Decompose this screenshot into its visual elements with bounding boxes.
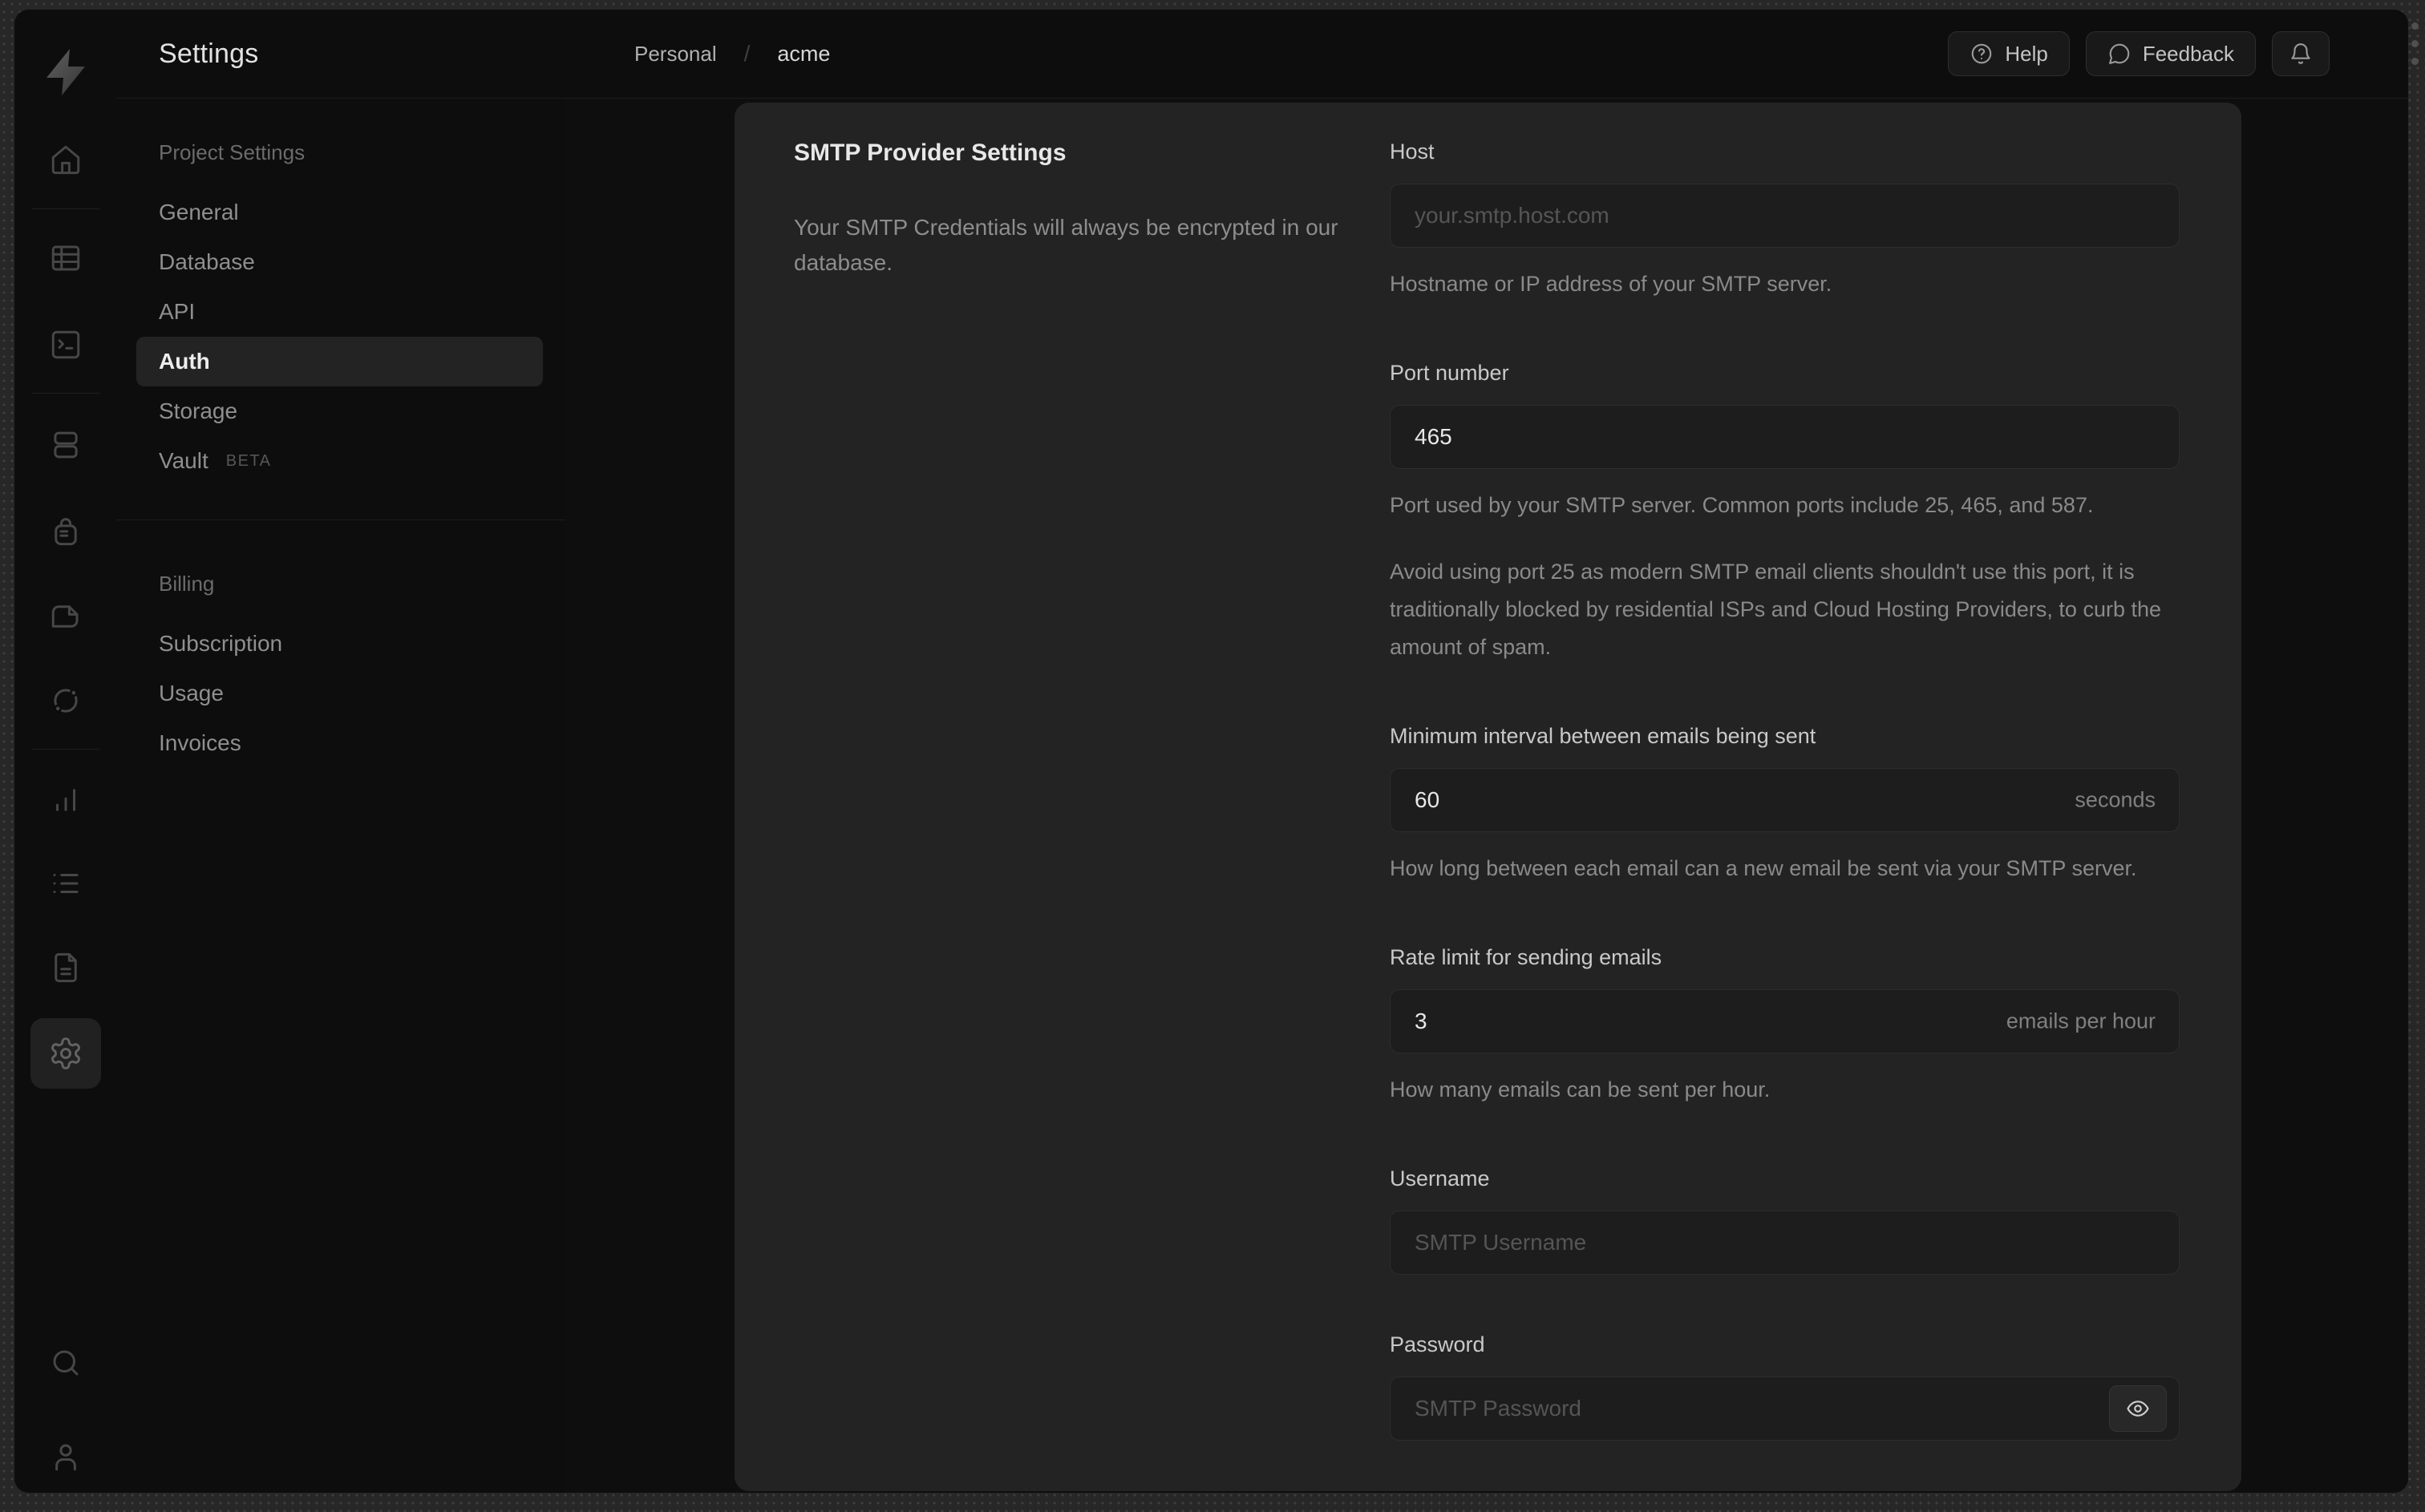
breadcrumb-separator: / xyxy=(743,41,751,66)
port-input[interactable] xyxy=(1390,405,2180,469)
port-field-group: Port number Port used by your SMTP serve… xyxy=(1390,361,2180,666)
logs-icon[interactable] xyxy=(49,867,83,900)
smtp-section-intro: SMTP Provider Settings Your SMTP Credent… xyxy=(794,139,1390,1454)
settings-sidebar: Settings Project Settings General Databa… xyxy=(116,10,566,1493)
breadcrumb: Personal / acme xyxy=(634,41,830,67)
api-docs-icon[interactable] xyxy=(49,951,83,984)
sidebar-item-storage[interactable]: Storage xyxy=(116,386,565,436)
breadcrumb-org[interactable]: Personal xyxy=(634,42,717,67)
feedback-bubble-icon xyxy=(2107,42,2131,66)
sidebar-item-vault[interactable]: Vault BETA xyxy=(116,436,565,486)
sidebar-item-api[interactable]: API xyxy=(116,287,565,337)
sidebar-item-database[interactable]: Database xyxy=(116,237,565,287)
rail-divider xyxy=(31,393,99,394)
sidebar-item-label: Usage xyxy=(159,681,224,705)
desktop-background: { "rail": { "icons": [ "supabase-logo","… xyxy=(0,0,2425,1512)
sidebar-header: Settings xyxy=(116,10,565,99)
rail-divider xyxy=(31,208,99,209)
notifications-button[interactable] xyxy=(2272,31,2330,76)
user-icon[interactable] xyxy=(49,1440,83,1474)
feedback-button-label: Feedback xyxy=(2142,41,2234,66)
edge-functions-icon[interactable] xyxy=(49,684,83,718)
sidebar-nav: Project Settings General Database API Au… xyxy=(116,99,565,768)
sidebar-item-label: Invoices xyxy=(159,730,241,755)
breadcrumb-project[interactable]: acme xyxy=(777,42,830,67)
bell-icon xyxy=(2289,42,2313,66)
sidebar-item-label: API xyxy=(159,299,196,324)
section-header-project-settings: Project Settings xyxy=(159,140,306,164)
rate-limit-label: Rate limit for sending emails xyxy=(1390,945,1662,969)
host-label: Host xyxy=(1390,139,1435,164)
feedback-button[interactable]: Feedback xyxy=(2085,31,2256,76)
sql-editor-icon[interactable] xyxy=(49,328,83,362)
storage-icon[interactable] xyxy=(49,600,83,633)
sidebar-item-subscription[interactable]: Subscription xyxy=(116,619,565,669)
auth-lock-icon[interactable] xyxy=(49,514,83,548)
search-icon[interactable] xyxy=(49,1346,83,1380)
icon-rail xyxy=(14,10,117,1493)
header-actions: Help Feedback xyxy=(1948,31,2330,76)
smtp-password-input[interactable] xyxy=(1390,1377,2180,1441)
smtp-form: Host Hostname or IP address of your SMTP… xyxy=(1390,139,2180,1454)
database-icon[interactable] xyxy=(49,428,83,462)
password-label: Password xyxy=(1390,1332,1485,1356)
rate-limit-input[interactable] xyxy=(1390,989,2180,1053)
window-scroll-indicator xyxy=(2411,22,2419,65)
sidebar-item-label: Auth xyxy=(159,349,210,374)
sidebar-divider xyxy=(116,519,565,520)
help-button-label: Help xyxy=(2005,41,2048,66)
host-input[interactable] xyxy=(1390,184,2180,248)
smtp-section-title: SMTP Provider Settings xyxy=(794,139,1067,166)
host-field-group: Host Hostname or IP address of your SMTP… xyxy=(1390,139,2180,303)
beta-badge: BETA xyxy=(225,451,272,470)
rate-limit-field-group: Rate limit for sending emails emails per… xyxy=(1390,945,2180,1109)
port-label: Port number xyxy=(1390,361,1509,385)
sidebar-item-invoices[interactable]: Invoices xyxy=(116,718,565,768)
sidebar-item-label: Subscription xyxy=(159,631,283,656)
sidebar-item-label: Storage xyxy=(159,398,238,423)
rate-limit-help-text: How many emails can be sent per hour. xyxy=(1390,1077,1771,1102)
section-header-billing: Billing xyxy=(159,572,215,596)
supabase-logo[interactable] xyxy=(40,46,91,98)
reveal-password-button[interactable] xyxy=(2109,1385,2167,1432)
top-header: Personal / acme Help Feedback xyxy=(565,10,2408,99)
min-interval-help-text: How long between each email can a new em… xyxy=(1390,856,2137,880)
smtp-username-input[interactable] xyxy=(1390,1211,2180,1275)
sidebar-item-auth[interactable]: Auth xyxy=(136,337,543,386)
sidebar-item-general[interactable]: General xyxy=(116,188,565,237)
home-icon[interactable] xyxy=(49,143,83,176)
min-interval-label: Minimum interval between emails being se… xyxy=(1390,724,1816,748)
host-help-text: Hostname or IP address of your SMTP serv… xyxy=(1390,272,1832,296)
min-interval-input[interactable] xyxy=(1390,768,2180,832)
help-icon xyxy=(1970,42,1994,66)
sidebar-item-label: General xyxy=(159,200,239,224)
help-button[interactable]: Help xyxy=(1948,31,2070,76)
settings-gear-icon[interactable] xyxy=(30,1018,101,1089)
smtp-settings-panel: SMTP Provider Settings Your SMTP Credent… xyxy=(735,103,2241,1491)
sidebar-item-label: Database xyxy=(159,249,255,274)
username-label: Username xyxy=(1390,1166,1490,1191)
sidebar-item-usage[interactable]: Usage xyxy=(116,669,565,718)
port-help-text: Port used by your SMTP server. Common po… xyxy=(1390,493,2094,517)
sidebar-item-label: Vault xyxy=(159,448,208,473)
rail-divider xyxy=(31,749,99,750)
main-content: SMTP Provider Settings Your SMTP Credent… xyxy=(565,99,2408,1493)
app-window: Settings Project Settings General Databa… xyxy=(14,10,2408,1493)
min-interval-field-group: Minimum interval between emails being se… xyxy=(1390,724,2180,887)
table-editor-icon[interactable] xyxy=(49,241,83,275)
reports-icon[interactable] xyxy=(49,782,83,816)
password-field-group: Password xyxy=(1390,1332,2180,1441)
eye-icon xyxy=(2126,1397,2150,1421)
smtp-section-description: Your SMTP Credentials will always be enc… xyxy=(794,215,1338,275)
username-field-group: Username xyxy=(1390,1166,2180,1275)
port-warning-text: Avoid using port 25 as modern SMTP email… xyxy=(1390,560,2162,659)
page-title: Settings xyxy=(159,38,259,69)
